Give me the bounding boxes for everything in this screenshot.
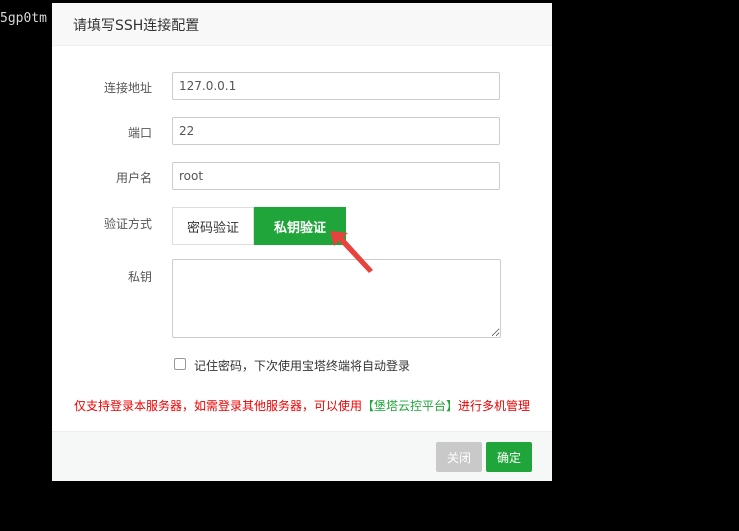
terminal-output: 5gp0tm — [0, 11, 47, 26]
host-input[interactable] — [172, 72, 500, 100]
notice-text-before: 仅支持登录本服务器，如需登录其他服务器，可以使用 — [74, 399, 363, 413]
port-label: 端口 — [127, 126, 152, 140]
host-label: 连接地址 — [103, 81, 152, 95]
red-arrow-icon — [330, 231, 373, 273]
notice-text: 仅支持登录本服务器，如需登录其他服务器，可以使用【堡塔云控平台】进行多机管理 — [74, 397, 530, 414]
auth-method-label: 验证方式 — [103, 217, 152, 231]
port-input[interactable] — [172, 117, 500, 145]
notice-text-after: 进行多机管理 — [458, 399, 531, 413]
cloud-control-link[interactable]: 【堡塔云控平台】 — [362, 399, 458, 413]
username-label: 用户名 — [115, 171, 152, 185]
username-input[interactable] — [172, 162, 500, 190]
remember-label[interactable]: 记住密码，下次使用宝塔终端将自动登录 — [194, 357, 410, 374]
confirm-button[interactable]: 确定 — [486, 442, 532, 472]
ssh-config-dialog: 请填写SSH连接配置 连接地址 端口 用户名 验证方式 密码验证 私钥验证 私钥… — [52, 3, 552, 481]
private-key-label: 私钥 — [127, 270, 152, 284]
close-button[interactable]: 关闭 — [436, 442, 482, 472]
dialog-footer: 关闭 确定 — [52, 431, 552, 481]
dialog-title: 请填写SSH连接配置 — [73, 18, 200, 34]
remember-checkbox[interactable] — [174, 358, 186, 370]
dialog-header: 请填写SSH连接配置 — [52, 3, 552, 46]
password-auth-button[interactable]: 密码验证 — [172, 207, 254, 245]
